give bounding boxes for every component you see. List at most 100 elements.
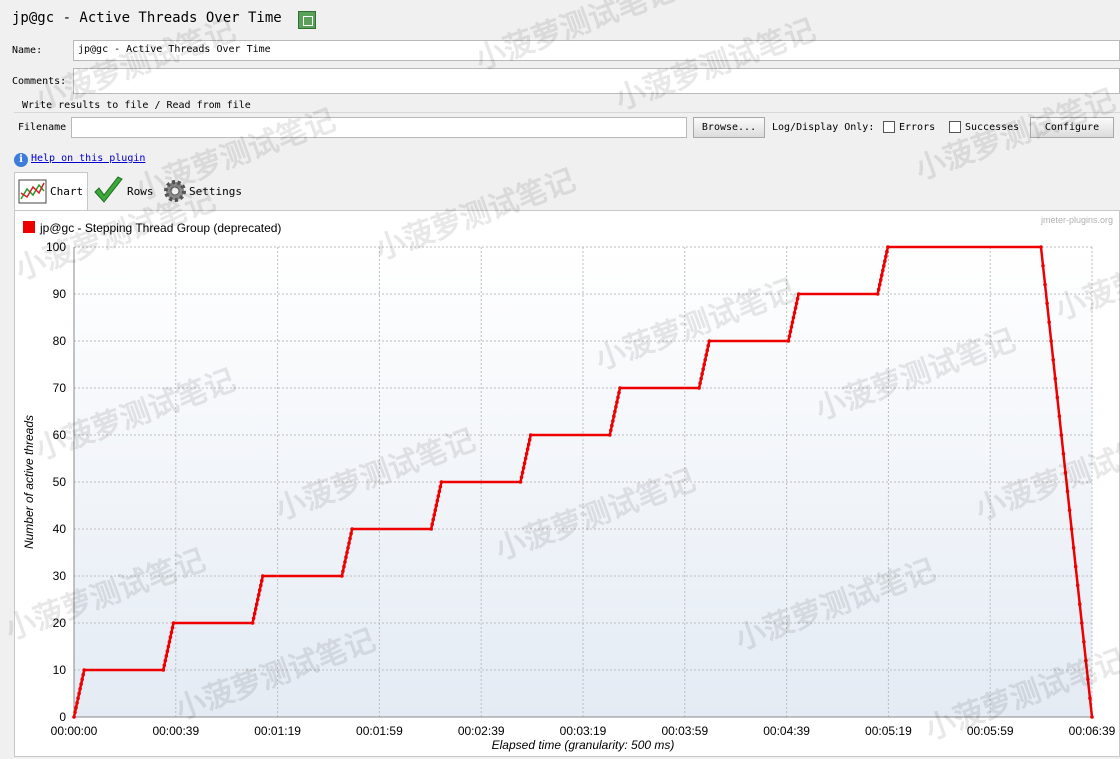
tab-chart[interactable]: Chart xyxy=(14,172,88,210)
data-point xyxy=(1045,301,1049,306)
data-point xyxy=(1073,564,1078,569)
comments-field[interactable] xyxy=(73,68,1120,94)
data-point xyxy=(170,625,175,630)
data-point xyxy=(344,555,348,559)
data-point xyxy=(878,278,883,282)
site-watermark: jmeter-plugins.org xyxy=(1040,215,1113,225)
data-point xyxy=(1039,245,1043,249)
data-point xyxy=(1043,282,1047,287)
data-point xyxy=(1086,677,1090,682)
data-point xyxy=(250,621,255,625)
name-field[interactable]: jp@gc - Active Threads Over Time xyxy=(73,40,1120,61)
data-point xyxy=(1090,715,1094,719)
data-point xyxy=(430,522,435,527)
data-point xyxy=(1065,489,1070,494)
data-point xyxy=(171,621,176,625)
data-point xyxy=(251,616,256,621)
data-point xyxy=(1075,583,1080,588)
data-point xyxy=(527,437,532,442)
data-point xyxy=(703,358,708,362)
data-point xyxy=(885,249,889,254)
data-point xyxy=(431,517,436,522)
data-point xyxy=(609,428,613,433)
data-point xyxy=(72,715,76,719)
watermark-text: 小菠萝测试笔记 xyxy=(471,0,680,77)
data-point xyxy=(700,372,704,376)
data-point xyxy=(349,531,353,536)
x-tick-label: 00:00:00 xyxy=(51,724,98,738)
data-point xyxy=(434,503,439,508)
info-icon: i xyxy=(14,153,28,167)
data-point xyxy=(706,343,711,348)
tab-chart-label: Chart xyxy=(50,185,84,198)
data-point xyxy=(255,597,260,602)
tab-settings[interactable]: Settings xyxy=(162,172,242,210)
data-point xyxy=(699,376,703,381)
tab-rows[interactable]: Rows xyxy=(92,172,156,210)
data-point xyxy=(76,696,80,700)
browse-button[interactable]: Browse... xyxy=(693,117,765,138)
data-point xyxy=(787,334,792,339)
help-link[interactable]: Help on this plugin xyxy=(31,153,145,164)
y-tick-label: 50 xyxy=(53,475,67,489)
data-point xyxy=(880,268,885,273)
data-point xyxy=(1071,546,1076,550)
data-point xyxy=(1049,339,1053,343)
data-point xyxy=(257,588,262,592)
y-tick-label: 60 xyxy=(53,428,67,442)
x-tick-label: 00:03:59 xyxy=(661,724,708,738)
data-point xyxy=(875,292,880,296)
data-point xyxy=(1061,452,1066,456)
checkmark-icon xyxy=(94,176,123,203)
data-point xyxy=(1063,470,1068,475)
data-point xyxy=(883,259,887,263)
errors-label: Errors xyxy=(899,122,936,133)
data-point xyxy=(258,583,263,588)
successes-checkbox[interactable] xyxy=(949,121,961,133)
data-point xyxy=(1053,376,1058,381)
data-point xyxy=(523,456,528,461)
x-tick-label: 00:03:19 xyxy=(560,724,607,738)
data-point xyxy=(348,536,352,541)
data-point xyxy=(1069,527,1074,531)
data-point xyxy=(82,668,87,672)
configure-button[interactable]: Configure xyxy=(1030,117,1114,138)
data-point xyxy=(254,602,259,606)
data-point xyxy=(794,301,799,306)
data-point xyxy=(702,362,706,367)
data-point xyxy=(340,574,344,578)
data-point xyxy=(518,480,523,484)
data-point xyxy=(252,611,257,616)
data-point xyxy=(1041,264,1045,268)
data-point xyxy=(168,635,173,639)
data-point xyxy=(526,442,531,447)
expand-icon[interactable] xyxy=(298,11,316,29)
errors-checkbox[interactable] xyxy=(883,121,895,133)
data-point xyxy=(528,433,533,437)
y-axis-label: Number of active threads xyxy=(22,415,36,549)
legend-swatch xyxy=(23,221,35,233)
data-point xyxy=(525,447,530,451)
data-point xyxy=(522,461,527,465)
data-point xyxy=(1077,602,1082,606)
data-point xyxy=(343,560,347,564)
data-point xyxy=(617,390,621,395)
x-tick-label: 00:00:39 xyxy=(152,724,199,738)
filename-field[interactable] xyxy=(71,117,687,138)
comments-label: Comments: xyxy=(12,76,67,87)
data-point xyxy=(704,353,709,357)
data-point xyxy=(705,348,710,353)
data-point xyxy=(80,677,84,682)
data-point xyxy=(1088,696,1092,700)
data-point xyxy=(81,672,85,677)
data-point xyxy=(792,311,797,315)
data-point xyxy=(1084,658,1088,663)
data-point xyxy=(612,414,616,418)
data-point xyxy=(1067,508,1072,512)
data-point xyxy=(259,578,264,583)
data-point xyxy=(789,325,794,329)
x-tick-label: 00:02:39 xyxy=(458,724,505,738)
data-point xyxy=(347,541,351,545)
x-tick-label: 00:01:19 xyxy=(254,724,301,738)
data-point xyxy=(884,254,888,259)
